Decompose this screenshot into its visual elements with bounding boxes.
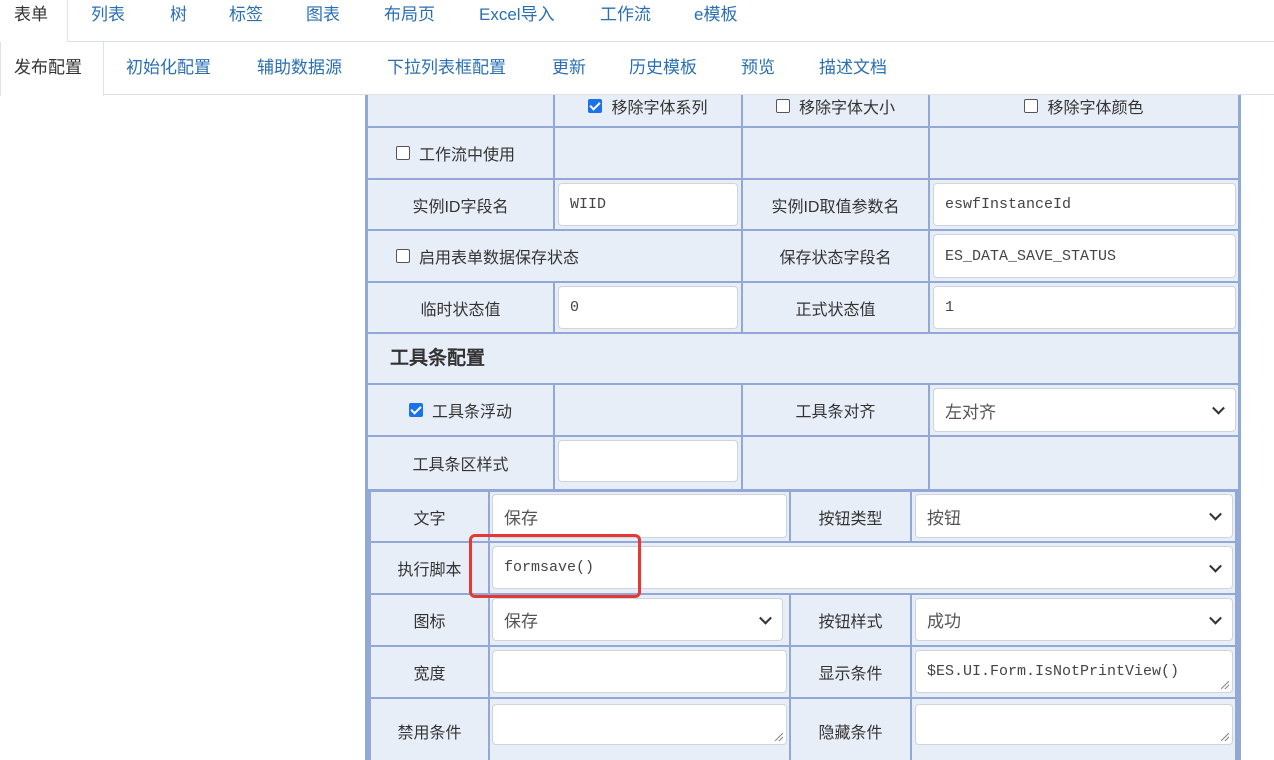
button-text-input[interactable]: 保存: [492, 494, 787, 538]
tab-preview[interactable]: 预览: [741, 42, 775, 95]
button-width-label: 宽度: [371, 647, 490, 697]
button-style-select[interactable]: 成功: [915, 598, 1233, 641]
tab-init-config[interactable]: 初始化配置: [126, 42, 211, 95]
remove-font-family-option[interactable]: 移除字体系列: [555, 95, 743, 126]
button-type-label: 按钮类型: [791, 492, 912, 541]
instance-id-param-input[interactable]: eswfInstanceId: [933, 183, 1236, 226]
status-values-row: 临时状态值 0 正式状态值 1: [368, 283, 1238, 334]
formal-status-label: 正式状态值: [743, 283, 930, 332]
section-title: 工具条配置: [390, 348, 486, 369]
remove-font-family-checkbox[interactable]: [588, 98, 603, 113]
temp-status-input[interactable]: 0: [558, 286, 738, 329]
button-config-table: 文字 保存 按钮类型 按钮 执行脚本 formsave() 图标 保存 按钮样式…: [368, 489, 1238, 760]
temp-status-label: 临时状态值: [368, 283, 555, 332]
remove-font-color-option[interactable]: 移除字体颜色: [930, 95, 1238, 126]
tab-list[interactable]: 列表: [91, 0, 125, 42]
button-width-row: 宽度 显示条件 $ES.UI.Form.IsNotPrintView(): [371, 647, 1235, 699]
hide-condition-textarea[interactable]: [915, 704, 1233, 745]
tab-workflow[interactable]: 工作流: [600, 0, 651, 42]
show-condition-label: 显示条件: [791, 647, 912, 697]
remove-font-size-checkbox[interactable]: [775, 98, 790, 113]
disable-condition-label: 禁用条件: [371, 699, 490, 760]
secondary-tab-bar: 发布配置 初始化配置 辅助数据源 下拉列表框配置 更新 历史模板 预览 描述文档: [0, 42, 1274, 96]
tab-update[interactable]: 更新: [552, 42, 586, 95]
toolbar-section-header: 工具条配置: [368, 334, 1238, 385]
disable-condition-textarea[interactable]: [492, 704, 787, 745]
button-icon-row: 图标 保存 按钮样式 成功: [371, 595, 1235, 647]
tab-e-template[interactable]: e模板: [694, 0, 737, 42]
toolbar-align-select[interactable]: 左对齐: [933, 388, 1236, 432]
tab-tree[interactable]: 树: [170, 0, 187, 42]
enable-save-status-option[interactable]: 启用表单数据保存状态: [368, 231, 743, 281]
button-disable-row: 禁用条件 隐藏条件: [371, 699, 1235, 760]
instance-id-field-input[interactable]: WIID: [558, 183, 738, 226]
save-status-row: 启用表单数据保存状态 保存状态字段名 ES_DATA_SAVE_STATUS: [368, 231, 1238, 283]
button-type-select[interactable]: 按钮: [915, 494, 1233, 538]
button-icon-select[interactable]: 保存: [492, 598, 783, 641]
save-status-field-input[interactable]: ES_DATA_SAVE_STATUS: [933, 234, 1236, 278]
tab-history-template[interactable]: 历史模板: [629, 42, 697, 95]
enable-save-status-checkbox[interactable]: [396, 249, 410, 263]
toolbar-style-input[interactable]: [558, 440, 738, 482]
highlight-box: [469, 534, 641, 598]
use-in-workflow-checkbox[interactable]: [396, 146, 410, 160]
tab-description-doc[interactable]: 描述文档: [819, 42, 887, 95]
remove-font-size-option[interactable]: 移除字体大小: [743, 95, 930, 126]
toolbar-float-row: 工具条浮动 工具条对齐 左对齐: [368, 385, 1238, 437]
tab-form[interactable]: 表单: [0, 0, 68, 43]
button-style-label: 按钮样式: [791, 595, 912, 645]
publish-config-form: 移除字体系列 移除字体大小 移除字体颜色 工作流中使用 实例ID字段名 WIID…: [365, 95, 1241, 760]
tab-excel-import[interactable]: Excel导入: [479, 0, 555, 42]
toolbar-float-option[interactable]: 工具条浮动: [368, 385, 555, 435]
workflow-row: 工作流中使用: [368, 128, 1238, 180]
tab-dropdown-config[interactable]: 下拉列表框配置: [387, 42, 506, 95]
font-options-row: 移除字体系列 移除字体大小 移除字体颜色: [368, 95, 1238, 128]
save-status-field-label: 保存状态字段名: [743, 231, 930, 281]
toolbar-float-checkbox[interactable]: [408, 403, 423, 417]
instance-id-row: 实例ID字段名 WIID 实例ID取值参数名 eswfInstanceId: [368, 180, 1238, 231]
tab-layout[interactable]: 布局页: [384, 0, 435, 42]
button-icon-label: 图标: [371, 595, 490, 645]
instance-id-field-label: 实例ID字段名: [368, 180, 555, 229]
tab-aux-datasource[interactable]: 辅助数据源: [257, 42, 342, 95]
tab-chart[interactable]: 图表: [306, 0, 340, 42]
instance-id-param-label: 实例ID取值参数名: [743, 180, 930, 229]
use-in-workflow-option[interactable]: 工作流中使用: [368, 128, 555, 178]
formal-status-input[interactable]: 1: [933, 286, 1236, 329]
button-width-input[interactable]: [492, 650, 787, 693]
tab-tag[interactable]: 标签: [229, 0, 263, 42]
tab-publish-config[interactable]: 发布配置: [0, 42, 104, 96]
remove-font-color-checkbox[interactable]: [1024, 98, 1039, 113]
primary-tab-bar: 表单 列表 树 标签 图表 布局页 Excel导入 工作流 e模板: [0, 0, 1274, 43]
show-condition-textarea[interactable]: $ES.UI.Form.IsNotPrintView(): [915, 650, 1233, 693]
toolbar-style-row: 工具条区样式: [368, 437, 1238, 489]
toolbar-style-label: 工具条区样式: [368, 437, 555, 489]
hide-condition-label: 隐藏条件: [791, 699, 912, 760]
toolbar-align-label: 工具条对齐: [743, 385, 930, 435]
